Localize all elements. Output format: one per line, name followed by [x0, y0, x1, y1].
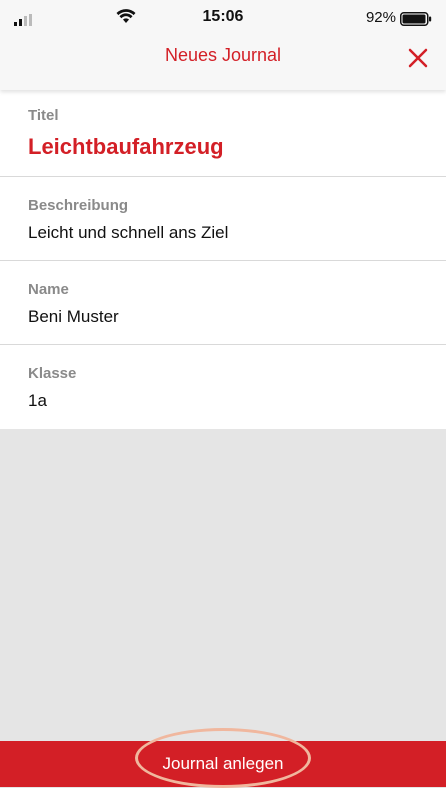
close-icon[interactable]: [404, 44, 432, 72]
battery-icon: [400, 12, 432, 26]
create-journal-button[interactable]: Journal anlegen: [0, 741, 446, 787]
name-input[interactable]: Beni Muster: [28, 307, 119, 327]
page-title: Neues Journal: [164, 45, 282, 65]
description-label: Beschreibung: [28, 197, 129, 214]
class-input[interactable]: 1a: [28, 391, 47, 411]
empty-area: [0, 429, 446, 741]
name-label: Name: [28, 281, 69, 298]
battery-percent: 92%: [365, 9, 396, 26]
description-field[interactable]: Beschreibung Leicht und schnell ans Ziel: [0, 177, 446, 261]
class-field[interactable]: Klasse 1a: [0, 345, 446, 429]
title-label: Titel: [28, 107, 59, 124]
description-input[interactable]: Leicht und schnell ans Ziel: [28, 223, 228, 243]
title-input[interactable]: Leichtbaufahrzeug: [28, 134, 224, 160]
status-bar: 15:06 92%: [0, 0, 446, 36]
name-field[interactable]: Name Beni Muster: [0, 261, 446, 345]
class-label: Klasse: [28, 365, 77, 382]
top-bar: 15:06 92% Neues Journal: [0, 0, 446, 90]
title-field[interactable]: Titel Leichtbaufahrzeug: [0, 90, 446, 177]
journal-form: Titel Leichtbaufahrzeug Beschreibung Lei…: [0, 90, 446, 429]
